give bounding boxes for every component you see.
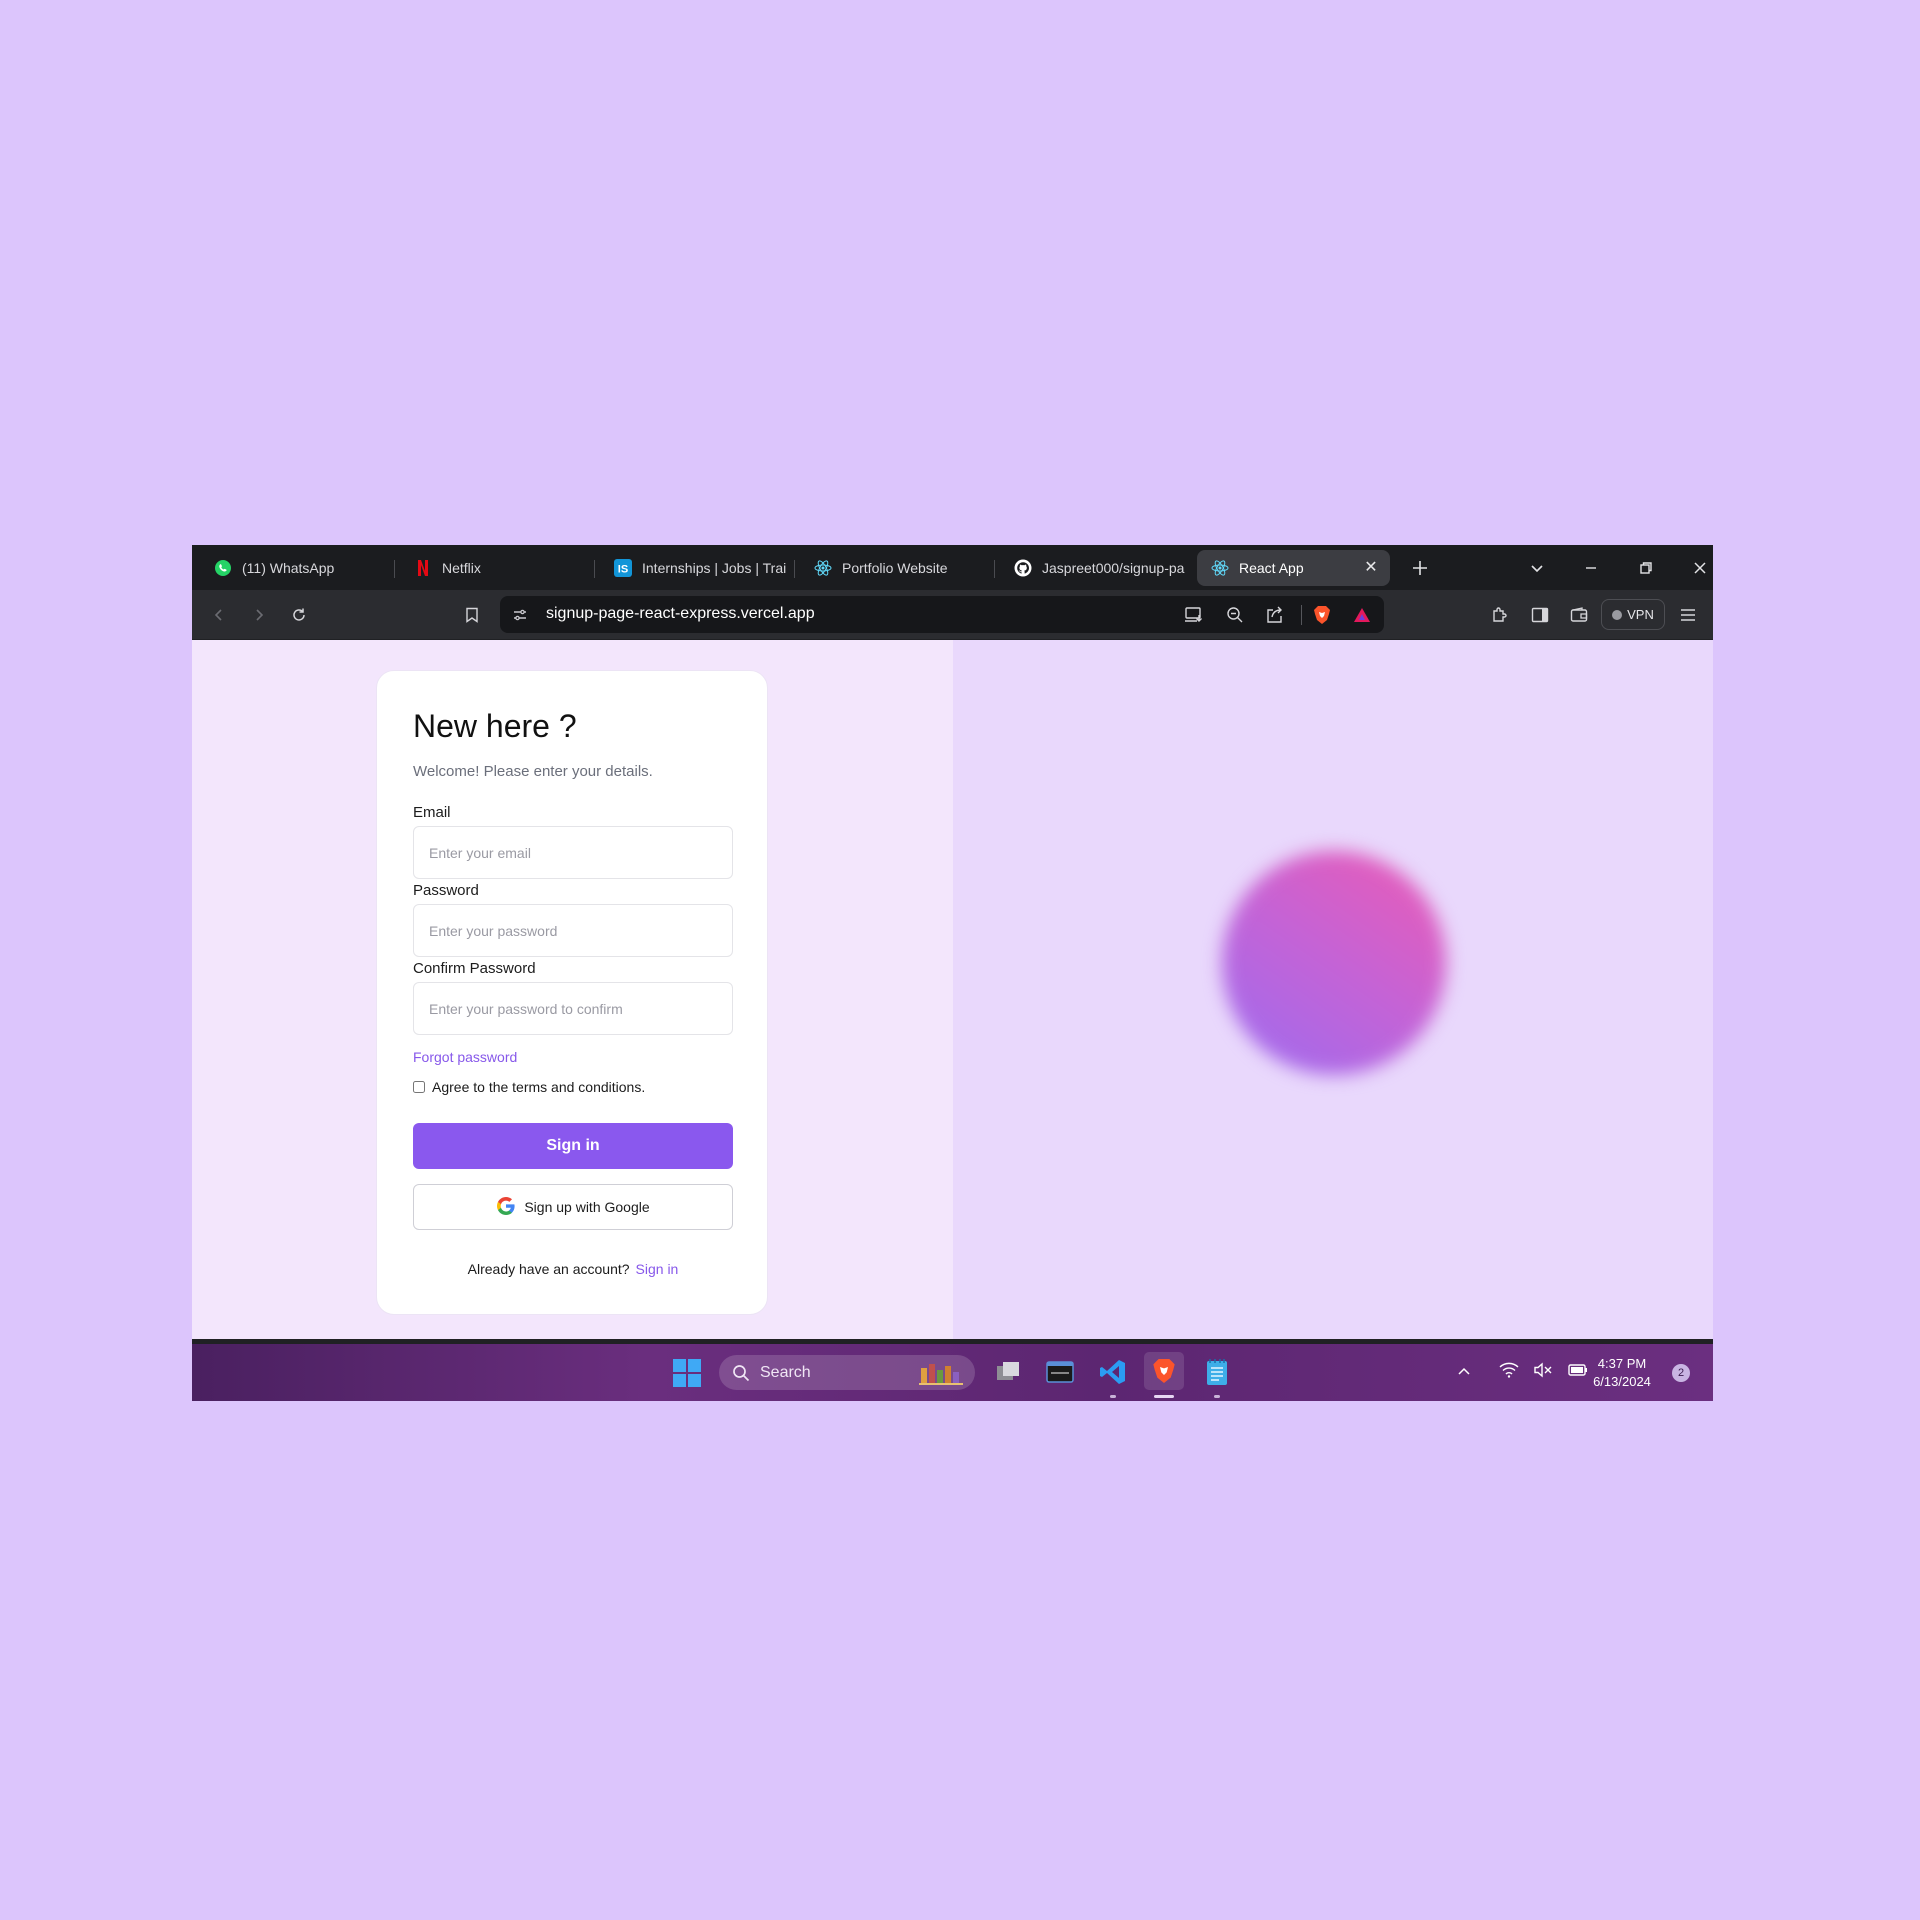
task-view-icon[interactable] (992, 1356, 1024, 1388)
install-app-icon[interactable] (1184, 606, 1204, 629)
page-subtitle: Welcome! Please enter your details. (413, 763, 653, 780)
close-window-button[interactable] (1685, 553, 1713, 583)
new-tab-button[interactable] (1405, 553, 1435, 583)
sign-in-button[interactable]: Sign in (413, 1123, 733, 1169)
forward-button[interactable] (244, 600, 274, 630)
github-icon (1014, 559, 1032, 577)
tab-separator (794, 560, 795, 578)
tab-title: Jaspreet000/signup-pa (1042, 560, 1185, 576)
illustration-pane (953, 640, 1713, 1339)
tab-title: React App (1239, 560, 1304, 576)
browser-toolbar: signup-page-react-express.vercel.app VPN (192, 590, 1713, 639)
confirm-password-input[interactable] (413, 982, 733, 1035)
wallet-icon[interactable] (1564, 600, 1594, 630)
react-icon (814, 559, 832, 577)
password-label: Password (413, 882, 479, 899)
date-text: 6/13/2024 (1593, 1374, 1651, 1389)
bookmark-icon[interactable] (457, 600, 487, 630)
taskbar-search[interactable]: Search (719, 1355, 975, 1390)
signup-card: New here ? Welcome! Please enter your de… (376, 670, 768, 1315)
system-tray (1457, 1362, 1589, 1383)
page-title: New here ? (413, 708, 577, 744)
zoom-out-icon[interactable] (1226, 606, 1244, 629)
search-icon (732, 1364, 750, 1382)
toolbar-divider (1301, 605, 1302, 625)
email-input[interactable] (413, 826, 733, 879)
brave-shields-icon[interactable] (1313, 605, 1331, 630)
tab-separator (394, 560, 395, 578)
wifi-icon[interactable] (1499, 1362, 1519, 1383)
tab-title: Portfolio Website (842, 560, 948, 576)
vpn-status-icon (1612, 609, 1623, 620)
volume-muted-icon[interactable] (1533, 1362, 1553, 1383)
search-label: Search (760, 1363, 811, 1381)
site-settings-icon[interactable] (512, 607, 528, 628)
tab-github[interactable]: Jaspreet000/signup-pa (1000, 550, 1190, 586)
tab-whatsapp[interactable]: (11) WhatsApp (200, 550, 390, 586)
svg-text:IS: IS (618, 564, 628, 576)
form-pane: New here ? Welcome! Please enter your de… (192, 640, 953, 1339)
tab-react-app[interactable]: React App ✕ (1197, 550, 1390, 586)
clock[interactable]: 4:37 PM 6/13/2024 (1582, 1355, 1662, 1391)
internshala-icon: IS (614, 559, 632, 577)
brave-rewards-icon[interactable] (1353, 606, 1371, 629)
tab-title: Netflix (442, 560, 481, 576)
reload-button[interactable] (284, 600, 314, 630)
have-account-row: Already have an account? Sign in (377, 1261, 769, 1277)
google-icon (496, 1196, 516, 1219)
close-tab-icon[interactable]: ✕ (1362, 559, 1380, 577)
password-input[interactable] (413, 904, 733, 957)
tab-title: Internships | Jobs | Trai (642, 560, 787, 576)
running-indicator (1110, 1395, 1116, 1398)
tab-strip: (11) WhatsApp Netflix IS Internships | J… (192, 545, 1713, 590)
extensions-icon[interactable] (1485, 600, 1515, 630)
google-signup-button[interactable]: Sign up with Google (413, 1184, 733, 1230)
terms-label: Agree to the terms and conditions. (432, 1079, 646, 1095)
brave-taskbar-icon[interactable] (1144, 1352, 1184, 1390)
sign-in-link[interactable]: Sign in (636, 1261, 679, 1277)
time-text: 4:37 PM (1597, 1356, 1647, 1371)
email-label: Email (413, 804, 451, 821)
notification-badge[interactable]: 2 (1672, 1364, 1690, 1382)
browser-window: (11) WhatsApp Netflix IS Internships | J… (192, 545, 1713, 1401)
tab-separator (594, 560, 595, 578)
vpn-label: VPN (1627, 607, 1654, 622)
vpn-button[interactable]: VPN (1601, 599, 1665, 630)
windows-start-icon[interactable] (672, 1358, 702, 1388)
google-button-label: Sign up with Google (524, 1199, 650, 1215)
react-icon (1211, 559, 1229, 577)
whatsapp-icon (214, 559, 232, 577)
netflix-icon (414, 559, 432, 577)
share-icon[interactable] (1266, 606, 1284, 629)
taskbar: Search 4:37 PM 6/13/2024 2 (192, 1344, 1713, 1401)
active-indicator (1154, 1395, 1174, 1398)
gradient-blob (1222, 851, 1446, 1075)
tab-portfolio[interactable]: Portfolio Website (800, 550, 990, 586)
forgot-password-link[interactable]: Forgot password (413, 1049, 517, 1065)
restore-button[interactable] (1631, 553, 1661, 583)
tab-separator (994, 560, 995, 578)
notepad-icon[interactable] (1201, 1356, 1233, 1388)
mysql-workbench-icon[interactable] (1044, 1356, 1076, 1388)
tab-list-chevron-icon[interactable] (1522, 553, 1552, 583)
tab-title: (11) WhatsApp (242, 560, 335, 576)
sidebar-icon[interactable] (1525, 600, 1555, 630)
terms-row: Agree to the terms and conditions. (413, 1079, 645, 1095)
url-text: signup-page-react-express.vercel.app (546, 605, 815, 622)
tab-internshala[interactable]: IS Internships | Jobs | Trai (600, 550, 790, 586)
tab-netflix[interactable]: Netflix (400, 550, 590, 586)
minimize-button[interactable] (1576, 553, 1606, 583)
search-highlight-icon (917, 1360, 967, 1391)
have-account-text: Already have an account? (467, 1261, 630, 1277)
running-indicator (1214, 1395, 1220, 1398)
menu-icon[interactable] (1673, 600, 1703, 630)
vscode-icon[interactable] (1097, 1356, 1129, 1388)
terms-checkbox[interactable] (413, 1081, 425, 1093)
chevron-up-icon[interactable] (1457, 1364, 1471, 1382)
confirm-password-label: Confirm Password (413, 960, 536, 977)
web-page: New here ? Welcome! Please enter your de… (192, 640, 1713, 1339)
back-button[interactable] (204, 600, 234, 630)
address-bar[interactable]: signup-page-react-express.vercel.app (500, 596, 1384, 633)
